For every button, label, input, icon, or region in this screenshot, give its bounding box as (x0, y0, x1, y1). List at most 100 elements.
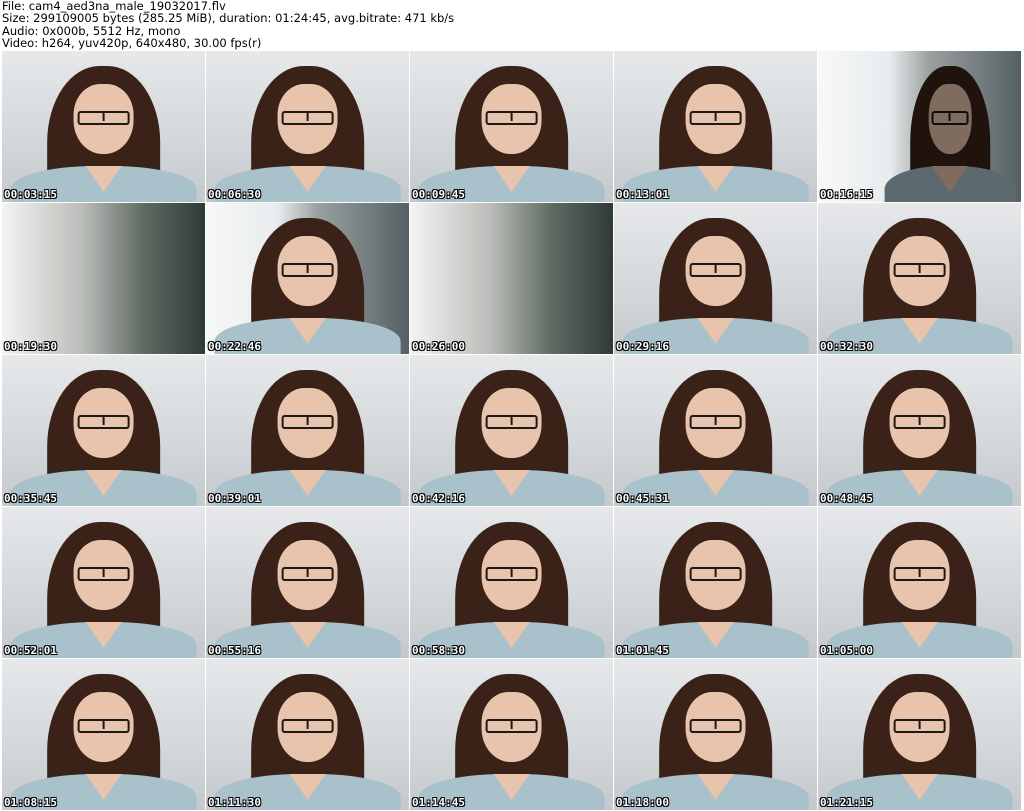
person-glasses (893, 567, 946, 581)
timestamp-label: 00:06:30 (208, 188, 261, 201)
person-glasses (893, 263, 946, 277)
file-size-line: Size: 299109005 bytes (285.25 MiB), dura… (2, 11, 455, 26)
video-thumbnail[interactable]: 00:58:30 (410, 507, 613, 658)
timestamp-label: 00:45:31 (616, 492, 669, 505)
person-shirt (884, 165, 1016, 202)
timestamp-label: 00:09:45 (412, 188, 465, 201)
person-glasses (485, 415, 538, 429)
person-figure (614, 507, 817, 658)
thumbnail-background (410, 203, 613, 354)
person-figure (206, 659, 409, 810)
person-figure (818, 507, 1021, 658)
thumbnail-grid: 00:03:15 00:06:30 00:09:45 00:13:01 00:16:15… (2, 51, 1022, 810)
person-figure (614, 51, 817, 202)
timestamp-label: 01:14:45 (412, 796, 465, 809)
timestamp-label: 00:26:00 (412, 340, 465, 353)
timestamp-label: 00:52:01 (4, 644, 57, 657)
video-thumbnail[interactable]: 00:06:30 (206, 51, 409, 202)
person-glasses (485, 719, 538, 733)
person-figure (614, 355, 817, 506)
video-thumbnail[interactable]: 01:21:15 (818, 659, 1021, 810)
person-figure (2, 659, 205, 810)
video-thumbnail[interactable]: 01:11:30 (206, 659, 409, 810)
person-glasses (689, 719, 742, 733)
video-thumbnail[interactable]: 00:19:30 (2, 203, 205, 354)
video-thumbnail[interactable]: 01:05:00 (818, 507, 1021, 658)
person-figure (818, 355, 1021, 506)
timestamp-label: 01:11:30 (208, 796, 261, 809)
timestamp-label: 00:58:30 (412, 644, 465, 657)
person-glasses (893, 415, 946, 429)
person-glasses (77, 111, 130, 125)
person-glasses (77, 415, 130, 429)
timestamp-label: 00:03:15 (4, 188, 57, 201)
person-glasses (689, 263, 742, 277)
video-thumbnail[interactable]: 01:18:00 (614, 659, 817, 810)
person-glasses (893, 719, 946, 733)
video-thumbnail[interactable]: 00:13:01 (614, 51, 817, 202)
person-figure (2, 355, 205, 506)
video-thumbnail[interactable]: 00:48:45 (818, 355, 1021, 506)
timestamp-label: 01:21:15 (820, 796, 873, 809)
timestamp-label: 01:05:00 (820, 644, 873, 657)
person-figure (206, 203, 409, 354)
video-thumbnail[interactable]: 00:45:31 (614, 355, 817, 506)
timestamp-label: 01:18:00 (616, 796, 669, 809)
video-thumbnail[interactable]: 00:52:01 (2, 507, 205, 658)
timestamp-label: 00:22:46 (208, 340, 261, 353)
person-figure (206, 355, 409, 506)
video-thumbnail[interactable]: 00:35:45 (2, 355, 205, 506)
video-thumbnail[interactable]: 00:32:30 (818, 203, 1021, 354)
person-glasses (281, 263, 334, 277)
person-glasses (485, 111, 538, 125)
timestamp-label: 00:29:16 (616, 340, 669, 353)
person-figure (614, 203, 817, 354)
video-thumbnail[interactable]: 00:29:16 (614, 203, 817, 354)
person-figure (410, 51, 613, 202)
person-glasses (281, 719, 334, 733)
person-glasses (77, 567, 130, 581)
video-thumbnail[interactable]: 01:14:45 (410, 659, 613, 810)
person-glasses (281, 415, 334, 429)
video-thumbnail[interactable]: 01:01:45 (614, 507, 817, 658)
person-glasses (689, 111, 742, 125)
person-figure (2, 51, 205, 202)
video-info-line: Video: h264, yuv420p, 640x480, 30.00 fps… (2, 36, 262, 51)
video-thumbnail[interactable]: 00:09:45 (410, 51, 613, 202)
person-figure (879, 51, 1021, 202)
person-figure (410, 507, 613, 658)
file-info-header: File: cam4_aed3na_male_19032017.flv Size:… (2, 0, 454, 50)
person-glasses (485, 567, 538, 581)
person-glasses (689, 415, 742, 429)
video-thumbnail[interactable]: 00:03:15 (2, 51, 205, 202)
timestamp-label: 01:01:45 (616, 644, 669, 657)
thumbnail-background (2, 203, 205, 354)
video-thumbnail[interactable]: 00:16:15 (818, 51, 1021, 202)
timestamp-label: 00:42:16 (412, 492, 465, 505)
timestamp-label: 00:13:01 (616, 188, 669, 201)
person-figure (410, 355, 613, 506)
person-glasses (281, 111, 334, 125)
timestamp-label: 00:55:16 (208, 644, 261, 657)
person-figure (410, 659, 613, 810)
timestamp-label: 00:39:01 (208, 492, 261, 505)
person-figure (2, 507, 205, 658)
person-figure (206, 507, 409, 658)
video-thumbnail[interactable]: 00:39:01 (206, 355, 409, 506)
person-glasses (931, 111, 969, 125)
timestamp-label: 00:16:15 (820, 188, 873, 201)
timestamp-label: 01:08:15 (4, 796, 57, 809)
person-figure (614, 659, 817, 810)
video-thumbnail[interactable]: 01:08:15 (2, 659, 205, 810)
person-figure (206, 51, 409, 202)
timestamp-label: 00:32:30 (820, 340, 873, 353)
person-figure (818, 659, 1021, 810)
timestamp-label: 00:48:45 (820, 492, 873, 505)
timestamp-label: 00:35:45 (4, 492, 57, 505)
timestamp-label: 00:19:30 (4, 340, 57, 353)
video-thumbnail[interactable]: 00:55:16 (206, 507, 409, 658)
video-thumbnail[interactable]: 00:26:00 (410, 203, 613, 354)
video-thumbnail[interactable]: 00:42:16 (410, 355, 613, 506)
person-glasses (689, 567, 742, 581)
video-thumbnail[interactable]: 00:22:46 (206, 203, 409, 354)
